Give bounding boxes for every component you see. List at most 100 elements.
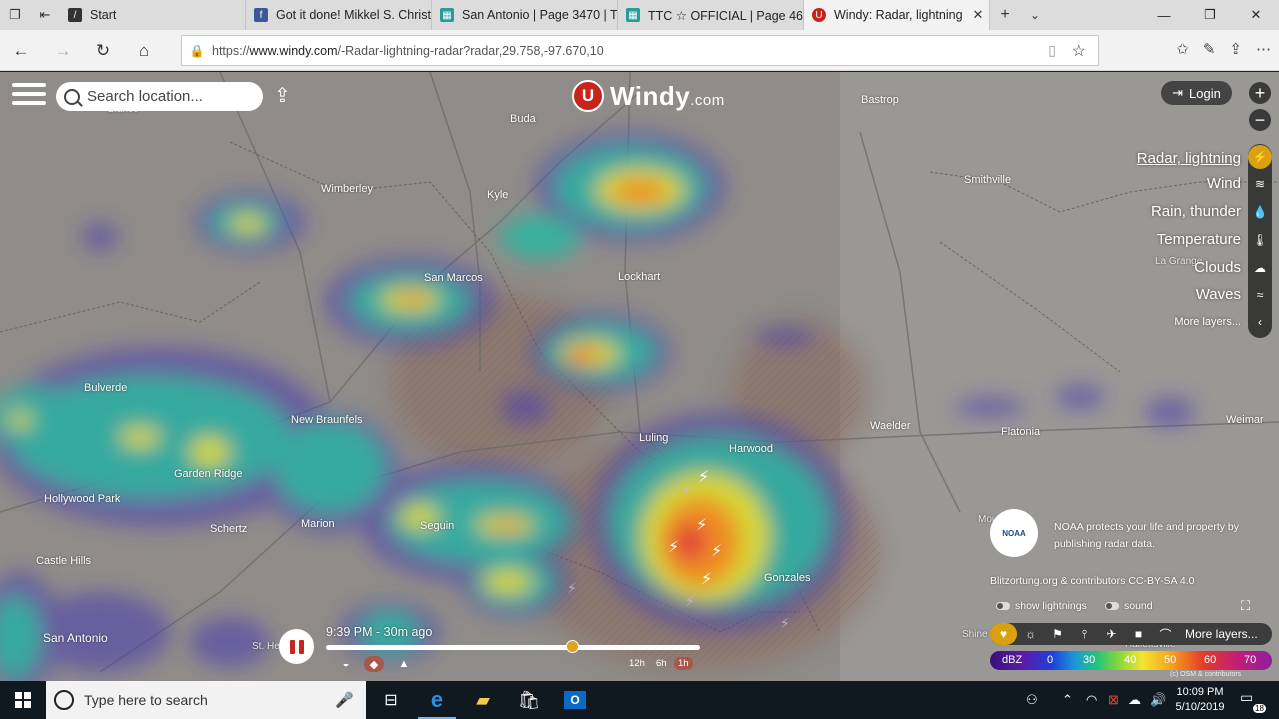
range-12h[interactable]: 12h — [625, 657, 649, 670]
city-label: Smithville — [964, 174, 1012, 186]
city-label: New Braunfels — [291, 414, 363, 426]
layer-clouds[interactable]: Clouds — [1194, 259, 1241, 276]
favorites-hub-icon[interactable]: ✩ — [1176, 40, 1189, 58]
show-hidden-icons-chevron-icon[interactable]: ⌃ — [1062, 681, 1073, 719]
layer-rain-thunder[interactable]: Rain, thunder — [1151, 203, 1241, 220]
people-icon[interactable]: ⚇ — [1026, 681, 1038, 719]
url-prefix: https:// — [212, 43, 250, 58]
tab-start[interactable]: / Start — [60, 0, 246, 30]
navigation-bar: ← → ↻ ⌂ 🔒 https:// www.windy.com /-Radar… — [0, 30, 1279, 71]
layer-radar-lightning[interactable]: Radar, lightning — [1137, 150, 1241, 167]
turtle-speed-icon[interactable]: ◒ — [336, 656, 356, 672]
wind-layer-icon[interactable]: ≋ — [1248, 172, 1272, 196]
layer-wind[interactable]: Wind — [1207, 175, 1241, 192]
layer-temperature[interactable]: Temperature — [1157, 231, 1241, 248]
more-layers-link[interactable]: More layers... — [1174, 316, 1241, 328]
show-lightnings-toggle[interactable]: show lightnings — [996, 600, 1087, 612]
city-label: Bastrop — [861, 94, 899, 106]
tab-facebook[interactable]: f Got it done! Mikkel S. Christ — [246, 0, 432, 30]
city-label: Harwood — [729, 443, 774, 455]
city-label: Seguin — [420, 520, 455, 532]
share-map-icon[interactable]: ⇪ — [274, 83, 298, 107]
flag-quick-icon[interactable]: ⚑ — [1044, 623, 1071, 645]
forward-icon[interactable]: → — [50, 38, 76, 64]
back-icon[interactable]: ← — [8, 38, 34, 64]
range-1h[interactable]: 1h — [674, 657, 693, 670]
rain-layer-icon[interactable]: 💧 — [1248, 200, 1272, 224]
favorite-heart-icon[interactable]: ♥ — [990, 623, 1017, 645]
windy-logo[interactable]: U Windy.com — [572, 80, 725, 112]
temperature-layer-icon[interactable]: 🌡 — [1248, 228, 1272, 252]
clouds-quick-icon[interactable]: ☼ — [1017, 623, 1044, 645]
edge-browser-icon[interactable]: e — [414, 681, 460, 719]
cortana-icon — [54, 690, 74, 710]
airport-quick-icon[interactable]: ✈ — [1098, 623, 1125, 645]
minimize-icon[interactable]: — — [1141, 0, 1187, 30]
search-icon — [64, 88, 80, 105]
system-clock[interactable]: 10:09 PM 5/10/2019 — [1170, 685, 1230, 715]
layer-waves[interactable]: Waves — [1196, 286, 1241, 303]
forum-favicon-icon: ▦ — [440, 8, 454, 22]
tab-ttc[interactable]: ▦ TTC ☆ OFFICIAL | Page 468 — [618, 0, 804, 30]
tab-san-antonio[interactable]: ▦ San Antonio | Page 3470 | T — [432, 0, 618, 30]
tab-list-chevron-icon[interactable]: ⌄ — [1020, 0, 1050, 30]
medium-speed-icon[interactable]: ◆ — [364, 656, 384, 672]
timeline-track[interactable] — [326, 645, 700, 650]
radar-layer-icon[interactable]: ⚡ — [1248, 145, 1272, 169]
maximize-icon[interactable]: ❐ — [1187, 0, 1233, 30]
antivirus-icon[interactable]: ⊠ — [1108, 681, 1119, 719]
set-aside-tabs-icon[interactable]: ⇤ — [30, 0, 60, 30]
city-label: Luling — [639, 432, 669, 444]
forum-favicon-icon: ▦ — [626, 8, 640, 22]
fullscreen-icon[interactable]: ⛶ — [1241, 598, 1258, 615]
range-6h[interactable]: 6h — [652, 657, 671, 670]
city-label: Garden Ridge — [174, 468, 243, 480]
pause-button[interactable] — [279, 629, 314, 664]
clock-time: 10:09 PM — [1176, 686, 1224, 698]
close-tab-icon[interactable]: ✕ — [973, 7, 984, 23]
zoom-out-button[interactable]: − — [1249, 109, 1271, 131]
microphone-icon[interactable]: 🎤 — [335, 691, 354, 709]
start-button[interactable] — [0, 681, 46, 719]
home-icon[interactable]: ⌂ — [131, 38, 157, 64]
thermometer-quick-icon[interactable]: ⫯ — [1071, 623, 1098, 645]
outlook-icon[interactable]: O — [552, 681, 598, 719]
file-explorer-icon[interactable]: ▰ — [460, 681, 506, 719]
volume-icon[interactable]: 🔊 — [1150, 681, 1166, 719]
sound-toggle[interactable]: sound — [1105, 600, 1153, 612]
zoom-in-button[interactable]: + — [1249, 82, 1271, 104]
address-bar[interactable]: 🔒 https:// www.windy.com /-Radar-lightni… — [181, 35, 1099, 66]
refresh-icon[interactable]: ↻ — [90, 38, 116, 64]
collapse-layers-icon[interactable]: ‹ — [1248, 310, 1272, 334]
store-icon[interactable]: 🛍 — [506, 681, 552, 719]
tab-preview-icon[interactable]: ❐ — [0, 0, 30, 30]
tab-windy[interactable]: U Windy: Radar, lightning ✕ — [804, 0, 990, 30]
favorite-star-icon[interactable]: ☆ — [1072, 41, 1086, 61]
share-icon[interactable]: ⇪ — [1229, 40, 1242, 58]
hamburger-menu-icon[interactable] — [12, 83, 46, 109]
radar-quick-icon[interactable]: ⌒ — [1152, 623, 1179, 645]
lock-icon: 🔒 — [189, 43, 205, 58]
pen-notes-icon[interactable]: ✎ — [1203, 40, 1216, 58]
windows-logo-icon — [15, 692, 31, 708]
windy-logo-mark-icon: U — [572, 80, 604, 112]
radar-map[interactable]: ⚡ ⚡ ⚡ ⚡ ⚡ ⚡ ⚡ ⚡ ⚡ Buda Bastrop Blanco Ky… — [0, 72, 1279, 681]
reading-view-icon[interactable]: ▯ — [1048, 42, 1056, 59]
search-location-input[interactable]: Search location... — [56, 82, 263, 111]
action-center-icon[interactable]: ▭ 18 — [1240, 689, 1266, 713]
webcam-quick-icon[interactable]: ■ — [1125, 623, 1152, 645]
login-button[interactable]: ⇥ Login — [1161, 81, 1232, 105]
more-layers-button[interactable]: More layers... — [1185, 627, 1258, 641]
legend-unit: dBZ — [1002, 654, 1023, 666]
taskbar-search-input[interactable]: Type here to search 🎤 — [46, 681, 366, 719]
close-window-icon[interactable]: ✕ — [1233, 0, 1279, 30]
rabbit-speed-icon[interactable]: ▲ — [394, 656, 414, 672]
waves-layer-icon[interactable]: ≈ — [1248, 283, 1272, 307]
onedrive-icon[interactable]: ☁ — [1128, 681, 1141, 719]
network-icon[interactable]: ◠ — [1086, 681, 1097, 719]
new-tab-icon[interactable]: + — [990, 0, 1020, 30]
svg-text:⚡: ⚡ — [567, 581, 577, 597]
task-view-icon[interactable]: ⊟ — [368, 681, 414, 719]
clouds-layer-icon[interactable]: ☁ — [1248, 256, 1272, 280]
settings-more-icon[interactable]: ⋯ — [1256, 40, 1271, 58]
